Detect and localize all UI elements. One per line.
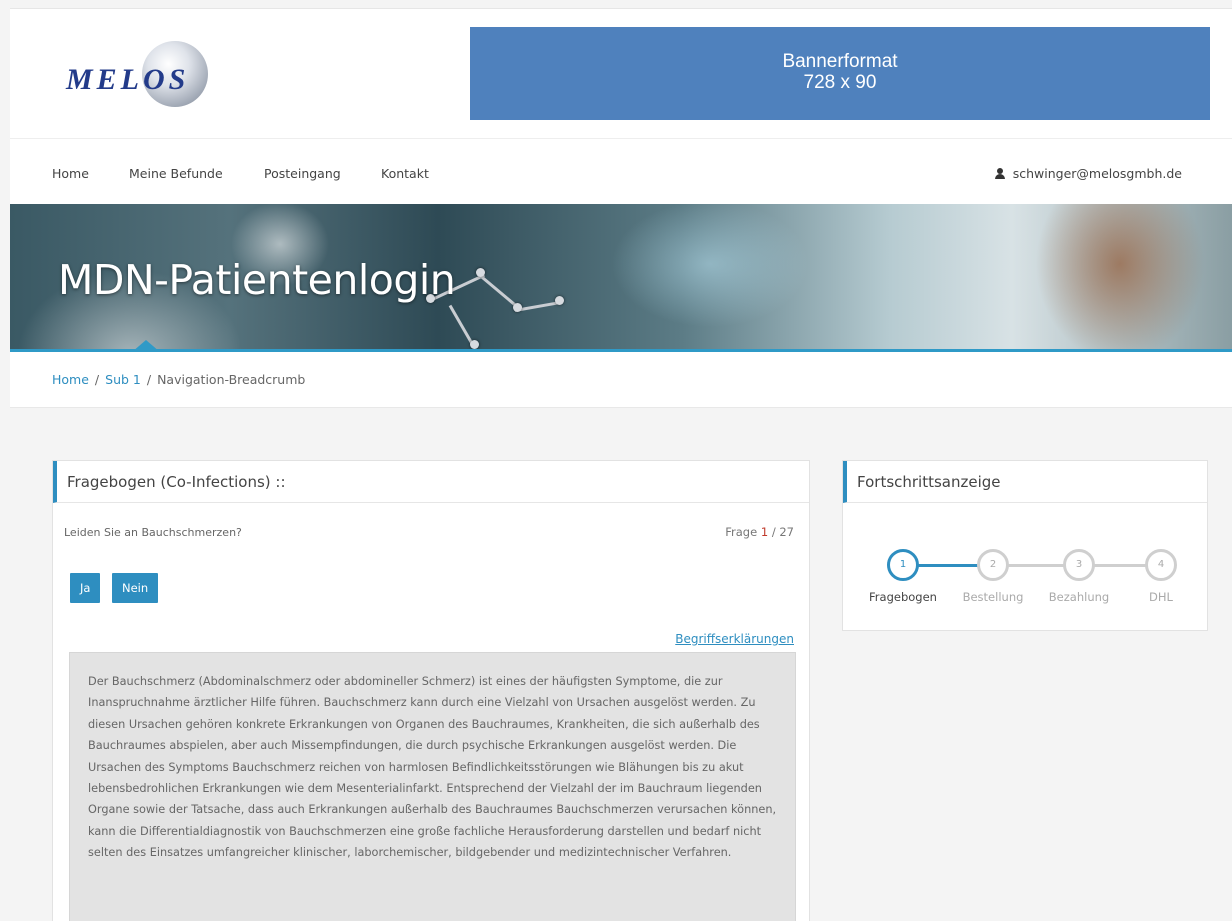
step-label: Bezahlung bbox=[1048, 590, 1110, 604]
explanation-box: Der Bauchschmerz (Abdominalschmerz oder … bbox=[69, 652, 796, 921]
breadcrumb-sub1[interactable]: Sub 1 bbox=[105, 372, 141, 387]
step-number: 1 bbox=[887, 549, 919, 581]
main-nav: Home Meine Befunde Posteingang Kontakt s… bbox=[10, 138, 1232, 204]
step-number: 4 bbox=[1145, 549, 1177, 581]
yes-button[interactable]: Ja bbox=[70, 573, 101, 603]
progress-title: Fortschrittsanzeige bbox=[843, 461, 1207, 503]
logo-text: MELOS bbox=[66, 63, 190, 96]
molecule-atom bbox=[470, 340, 479, 349]
step-label: Bestellung bbox=[962, 590, 1024, 604]
molecule-atom bbox=[555, 296, 564, 305]
progress-stepper: 1 Fragebogen 2 Bestellung 3 Bezahlung 4 … bbox=[859, 549, 1189, 619]
melos-logo[interactable]: MELOS bbox=[62, 39, 212, 114]
breadcrumb-separator: / bbox=[94, 372, 100, 387]
questionnaire-panel: Fragebogen (Co-Infections) :: Leiden Sie… bbox=[52, 460, 810, 921]
breadcrumb-home[interactable]: Home bbox=[52, 372, 89, 387]
questionnaire-title: Fragebogen (Co-Infections) :: bbox=[53, 461, 809, 503]
question-text: Leiden Sie an Bauchschmerzen? bbox=[64, 526, 242, 539]
molecule-bond bbox=[448, 304, 474, 346]
page-title: MDN-Patientenlogin bbox=[58, 256, 456, 304]
breadcrumb-bar: Home / Sub 1 / Navigation-Breadcrumb bbox=[10, 352, 1232, 408]
user-icon bbox=[994, 168, 1005, 179]
user-account[interactable]: schwinger@melosgmbh.de bbox=[994, 166, 1182, 181]
step-number: 2 bbox=[977, 549, 1009, 581]
banner-line-2: 728 x 90 bbox=[803, 72, 877, 93]
step-label: Fragebogen bbox=[869, 590, 937, 604]
step-bestellung: 2 Bestellung bbox=[953, 549, 1033, 604]
nav-item-meine-befunde[interactable]: Meine Befunde bbox=[129, 166, 223, 181]
counter-total: / 27 bbox=[768, 525, 794, 539]
step-dhl: 4 DHL bbox=[1121, 549, 1201, 604]
step-bezahlung: 3 Bezahlung bbox=[1039, 549, 1119, 604]
site-header: MELOS Bannerformat 728 x 90 bbox=[10, 8, 1232, 138]
no-button[interactable]: Nein bbox=[112, 573, 159, 603]
ad-banner[interactable]: Bannerformat 728 x 90 bbox=[470, 27, 1210, 120]
breadcrumb: Home / Sub 1 / Navigation-Breadcrumb bbox=[52, 372, 305, 387]
nav-item-home[interactable]: Home bbox=[52, 166, 89, 181]
banner-line-1: Bannerformat bbox=[782, 51, 898, 72]
molecule-atom bbox=[513, 303, 522, 312]
step-number: 3 bbox=[1063, 549, 1095, 581]
breadcrumb-current: Navigation-Breadcrumb bbox=[157, 372, 306, 387]
hero-banner: MDN-Patientenlogin bbox=[10, 204, 1232, 352]
counter-prefix: Frage bbox=[725, 525, 761, 539]
step-fragebogen: 1 Fragebogen bbox=[863, 549, 943, 604]
nav-item-kontakt[interactable]: Kontakt bbox=[381, 166, 429, 181]
user-email: schwinger@melosgmbh.de bbox=[1012, 166, 1182, 181]
progress-panel: Fortschrittsanzeige 1 Fragebogen 2 Beste… bbox=[842, 460, 1208, 631]
terms-link[interactable]: Begriffserklärungen bbox=[675, 632, 794, 646]
breadcrumb-separator: / bbox=[146, 372, 152, 387]
molecule-atom bbox=[476, 268, 485, 277]
hero-pointer bbox=[132, 340, 160, 349]
step-label: DHL bbox=[1149, 590, 1173, 604]
question-counter: Frage 1 / 27 bbox=[725, 525, 794, 539]
nav-item-posteingang[interactable]: Posteingang bbox=[264, 166, 341, 181]
